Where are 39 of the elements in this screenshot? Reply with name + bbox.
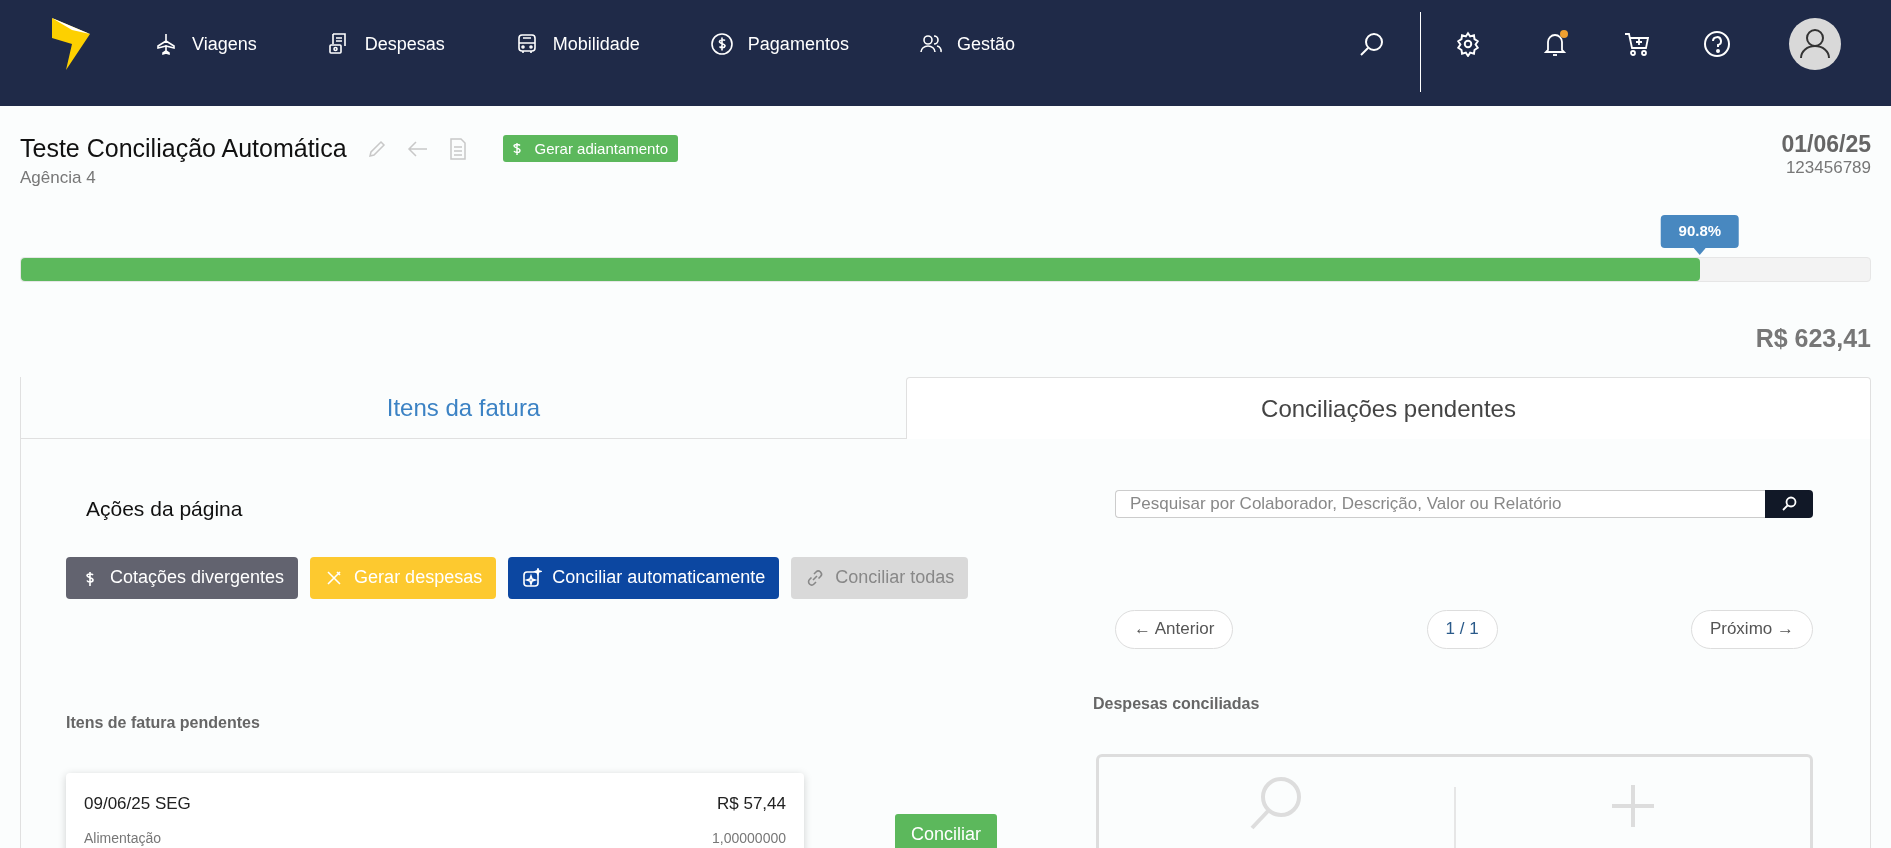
nav-link[interactable]: Mobilidade bbox=[514, 30, 640, 58]
item-date: 09/06/25 SEG bbox=[84, 792, 191, 815]
item-category: Alimentação bbox=[84, 829, 162, 848]
search-field[interactable]: Pesquisar por Colaborador, Descrição, Valor ou Relatório bbox=[1115, 490, 1765, 518]
item-amount: R$ 57,44 bbox=[717, 792, 786, 815]
dollar-icon bbox=[709, 32, 734, 56]
help-icon[interactable] bbox=[1703, 30, 1731, 58]
tab[interactable]: Itens da fatura bbox=[20, 377, 906, 439]
previous-button[interactable]: ← Anterior bbox=[1115, 609, 1234, 649]
page-indicator: 1 / 1 bbox=[1426, 609, 1498, 649]
avatar-icon[interactable] bbox=[1789, 18, 1841, 70]
action-button[interactable]: Conciliar automaticamente bbox=[508, 556, 780, 599]
report-date: 01/06/25 bbox=[1781, 130, 1871, 158]
tab[interactable]: Conciliações pendentes bbox=[906, 377, 1871, 439]
sparkle-icon bbox=[522, 567, 543, 588]
section-label: Itens de fatura pendentes bbox=[66, 712, 261, 733]
nav-link[interactable]: Despesas bbox=[326, 30, 445, 58]
item-rate: 1,00000000 bbox=[712, 829, 786, 848]
notification-bell-icon[interactable] bbox=[1541, 29, 1571, 59]
nav-link[interactable]: Viagens bbox=[154, 30, 257, 58]
cart-icon[interactable] bbox=[1623, 30, 1651, 58]
next-button[interactable]: Próximo → bbox=[1690, 609, 1813, 649]
report-number: 123456789 bbox=[1784, 158, 1871, 178]
dollar-icon bbox=[512, 141, 521, 156]
logo-icon[interactable] bbox=[50, 16, 92, 72]
search-icon[interactable] bbox=[1358, 30, 1386, 58]
progress-amount: R$ 623,41 bbox=[1754, 322, 1871, 354]
report-title: Teste Conciliação Automática bbox=[20, 133, 347, 164]
search-icon bbox=[1781, 495, 1797, 512]
plane-icon bbox=[154, 32, 178, 56]
section-title: Ações da página bbox=[86, 496, 244, 522]
search-button[interactable] bbox=[1765, 490, 1813, 518]
nav-link[interactable]: Pagamentos bbox=[709, 30, 849, 58]
section-label: Despesas conciliadas bbox=[1093, 693, 1261, 714]
report-subtitle: Agência 4 bbox=[20, 167, 97, 188]
nav-link[interactable]: Gestão bbox=[918, 30, 1015, 58]
tooltip-pointer-icon bbox=[1693, 247, 1706, 255]
action-button[interactable]: Cotações divergentes bbox=[66, 556, 299, 599]
settings-icon[interactable] bbox=[1455, 31, 1481, 57]
